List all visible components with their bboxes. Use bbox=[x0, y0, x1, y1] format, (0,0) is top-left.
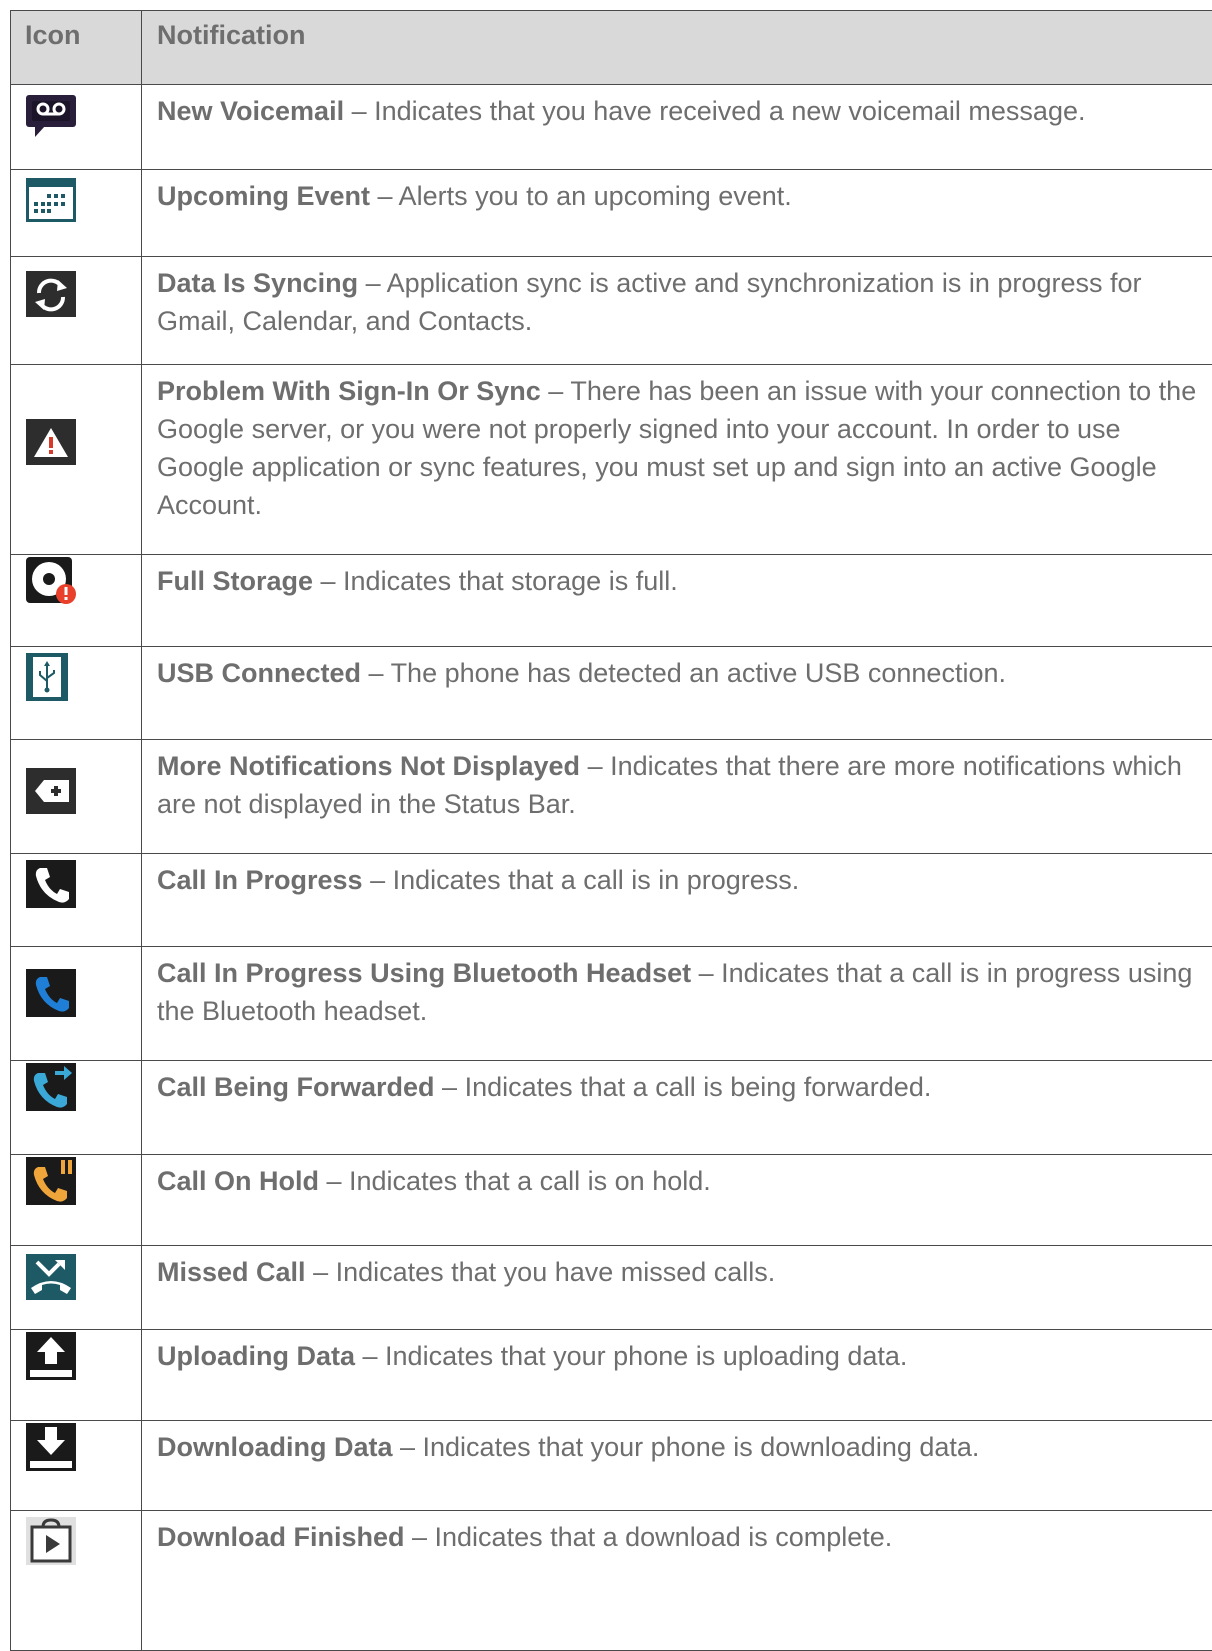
notification-title: USB Connected bbox=[157, 658, 361, 688]
notification-desc: – Indicates that a call is being forward… bbox=[435, 1072, 932, 1102]
table-row: Call In Progress Using Bluetooth Headset… bbox=[11, 947, 1212, 1061]
missed-call-icon bbox=[25, 1254, 79, 1302]
notification-title: Call Being Forwarded bbox=[157, 1072, 435, 1102]
notification-desc: – Indicates that storage is full. bbox=[313, 566, 678, 596]
notification-desc: – Indicates that your phone is uploading… bbox=[355, 1341, 907, 1371]
notification-title: Call In Progress bbox=[157, 865, 363, 895]
notification-desc: – Indicates that your phone is downloadi… bbox=[393, 1432, 980, 1462]
download-finished-icon bbox=[25, 1517, 79, 1565]
storage-full-icon bbox=[25, 557, 79, 605]
table-row: USB Connected – The phone has detected a… bbox=[11, 647, 1212, 740]
table-row: Call In Progress – Indicates that a call… bbox=[11, 854, 1212, 947]
notification-desc: – Indicates that a call is on hold. bbox=[319, 1166, 711, 1196]
notification-title: New Voicemail bbox=[157, 96, 344, 126]
table-row: Download Finished – Indicates that a dow… bbox=[11, 1511, 1212, 1651]
notification-desc: – Indicates that a download is complete. bbox=[405, 1522, 893, 1552]
table-row: Call On Hold – Indicates that a call is … bbox=[11, 1155, 1212, 1246]
voicemail-icon bbox=[25, 93, 79, 141]
table-row: More Notifications Not Displayed – Indic… bbox=[11, 740, 1212, 854]
call-forwarded-icon bbox=[25, 1063, 79, 1111]
more-notifications-icon bbox=[25, 768, 79, 816]
table-row: Missed Call – Indicates that you have mi… bbox=[11, 1246, 1212, 1330]
table-header-row: Icon Notification bbox=[11, 11, 1212, 85]
notification-title: Upcoming Event bbox=[157, 181, 370, 211]
usb-icon bbox=[25, 653, 79, 701]
table-row: Downloading Data – Indicates that your p… bbox=[11, 1421, 1212, 1511]
notification-title: Full Storage bbox=[157, 566, 313, 596]
notification-title: Uploading Data bbox=[157, 1341, 355, 1371]
table-row: Call Being Forwarded – Indicates that a … bbox=[11, 1061, 1212, 1155]
notification-title: Downloading Data bbox=[157, 1432, 393, 1462]
notification-title: Call In Progress Using Bluetooth Headset bbox=[157, 958, 691, 988]
notification-desc: – Alerts you to an upcoming event. bbox=[370, 181, 792, 211]
table-row: Full Storage – Indicates that storage is… bbox=[11, 555, 1212, 647]
notification-icons-table: Icon Notification New Voicemail – Indica… bbox=[10, 10, 1212, 1651]
notification-desc: – The phone has detected an active USB c… bbox=[361, 658, 1006, 688]
notification-title: Call On Hold bbox=[157, 1166, 319, 1196]
upload-icon bbox=[25, 1332, 79, 1380]
notification-title: Problem With Sign-In Or Sync bbox=[157, 376, 541, 406]
table-row: New Voicemail – Indicates that you have … bbox=[11, 85, 1212, 170]
call-in-progress-icon bbox=[25, 860, 79, 908]
download-icon bbox=[25, 1423, 79, 1471]
notification-desc: – Indicates that you have missed calls. bbox=[306, 1257, 776, 1287]
call-hold-icon bbox=[25, 1157, 79, 1205]
notification-title: Missed Call bbox=[157, 1257, 306, 1287]
notification-desc: – Indicates that you have received a new… bbox=[344, 96, 1085, 126]
table-row: Problem With Sign-In Or Sync – There has… bbox=[11, 365, 1212, 555]
notification-title: Download Finished bbox=[157, 1522, 405, 1552]
calendar-icon bbox=[25, 178, 79, 226]
table-row: Uploading Data – Indicates that your pho… bbox=[11, 1330, 1212, 1421]
header-notification: Notification bbox=[142, 11, 1212, 85]
bluetooth-call-icon bbox=[25, 969, 79, 1017]
warning-icon bbox=[25, 419, 79, 467]
notification-title: Data Is Syncing bbox=[157, 268, 358, 298]
header-icon: Icon bbox=[11, 11, 142, 85]
table-row: Upcoming Event – Alerts you to an upcomi… bbox=[11, 170, 1212, 257]
notification-title: More Notifications Not Displayed bbox=[157, 751, 580, 781]
notification-desc: – Indicates that a call is in progress. bbox=[363, 865, 800, 895]
sync-icon bbox=[25, 271, 79, 319]
table-row: Data Is Syncing – Application sync is ac… bbox=[11, 257, 1212, 365]
